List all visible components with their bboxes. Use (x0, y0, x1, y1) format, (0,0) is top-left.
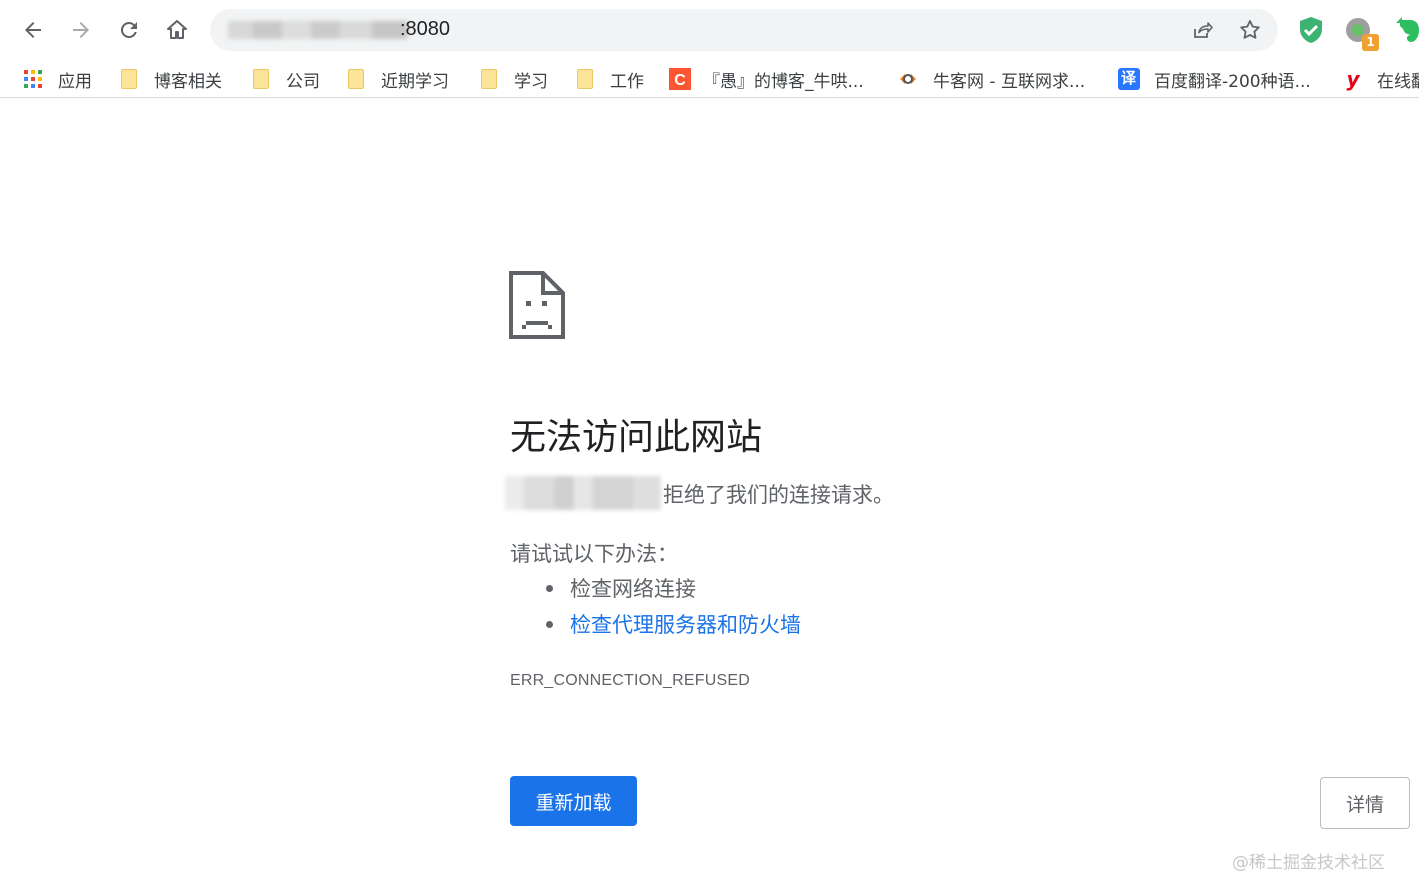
svg-text:C: C (674, 72, 686, 89)
arrow-left-icon (25, 22, 41, 38)
folder-icon (574, 68, 596, 90)
folder-icon (250, 68, 272, 90)
youdao-icon: y (1342, 67, 1364, 91)
home-icon (167, 20, 187, 39)
bookmark-label: 牛客网 - 互联网求... (933, 71, 1086, 92)
bookmark-label: 应用 (58, 71, 92, 92)
reload-page-button[interactable]: 重新加载 (510, 776, 637, 826)
bookmark-label: 在线翻 (1377, 71, 1419, 92)
error-description: 拒绝了我们的连接请求。 (663, 483, 894, 507)
nowcoder-icon (897, 68, 919, 90)
suggestion-check-network: 检查网络连接 (546, 573, 696, 603)
error-title: 无法访问此网站 (510, 417, 763, 458)
apps-grid-icon (22, 68, 44, 90)
csdn-icon: C (669, 68, 691, 90)
bookmark-label: 近期学习 (381, 71, 449, 92)
bookmark-folder-company[interactable]: 公司 (250, 66, 320, 92)
bookmark-label: 公司 (286, 71, 320, 92)
details-button[interactable]: 详情 (1320, 777, 1410, 829)
bookmark-label: 工作 (610, 71, 644, 92)
watermark: @稀土掘金技术社区 (1232, 853, 1385, 873)
youdao-icon-glyph: y (1346, 67, 1360, 91)
bookmark-label: 博客相关 (154, 71, 222, 92)
suggestion-text: 检查网络连接 (570, 577, 696, 601)
reload-icon (120, 21, 137, 38)
shield-extension-icon[interactable] (1295, 14, 1327, 46)
url-host-redacted (228, 21, 408, 39)
sad-page-icon (509, 271, 565, 339)
suggestion-link-text[interactable]: 检查代理服务器和防火墙 (570, 609, 801, 639)
arrow-right-icon (73, 22, 89, 38)
back-button[interactable] (13, 10, 53, 50)
evernote-icon[interactable] (1392, 14, 1419, 46)
bookmark-youdao[interactable]: y 在线翻 (1342, 66, 1419, 92)
bookmark-label: 百度翻译-200种语... (1154, 71, 1311, 92)
bookmark-label: 学习 (514, 71, 548, 92)
bullet (546, 584, 553, 592)
folder-icon (118, 68, 140, 90)
bookmark-folder-recent-study[interactable]: 近期学习 (345, 66, 449, 92)
bookmark-folder-work[interactable]: 工作 (574, 66, 644, 92)
folder-icon (345, 68, 367, 90)
address-bar[interactable]: :8080 (210, 9, 1278, 51)
forward-button[interactable] (61, 10, 101, 50)
bookmark-label: 『愚』的博客_牛哄... (703, 71, 864, 92)
bookmark-baidu-translate[interactable]: 译 百度翻译-200种语... (1118, 66, 1311, 92)
bookmark-csdn-blog[interactable]: C 『愚』的博客_牛哄... (669, 66, 864, 92)
hostname-redacted (505, 476, 661, 510)
star-icon[interactable] (1238, 18, 1262, 42)
share-icon[interactable] (1190, 18, 1214, 42)
folder-icon (478, 68, 500, 90)
baidu-translate-icon-glyph: 译 (1121, 69, 1137, 87)
baidu-translate-icon: 译 (1118, 68, 1140, 90)
suggestions-heading: 请试试以下办法： (510, 542, 678, 566)
bookmarks-bar: 应用 博客相关 公司 近期学习 学习 工作 C 『愚』的博客_牛哄... 牛客网… (0, 60, 1419, 98)
bookmark-apps[interactable]: 应用 (22, 66, 92, 92)
bullet (546, 620, 553, 628)
reload-button[interactable] (109, 10, 149, 50)
bookmark-folder-blog[interactable]: 博客相关 (118, 66, 222, 92)
bookmark-nowcoder[interactable]: 牛客网 - 互联网求... (897, 66, 1085, 92)
url-port: :8080 (400, 18, 451, 40)
browser-toolbar: :8080 1 (0, 0, 1419, 60)
bookmark-folder-study[interactable]: 学习 (478, 66, 548, 92)
extension-badge: 1 (1362, 34, 1379, 51)
home-button[interactable] (157, 10, 197, 50)
suggestion-check-proxy-firewall-link[interactable]: 检查代理服务器和防火墙 (546, 609, 801, 639)
error-code: ERR_CONNECTION_REFUSED (510, 672, 750, 689)
